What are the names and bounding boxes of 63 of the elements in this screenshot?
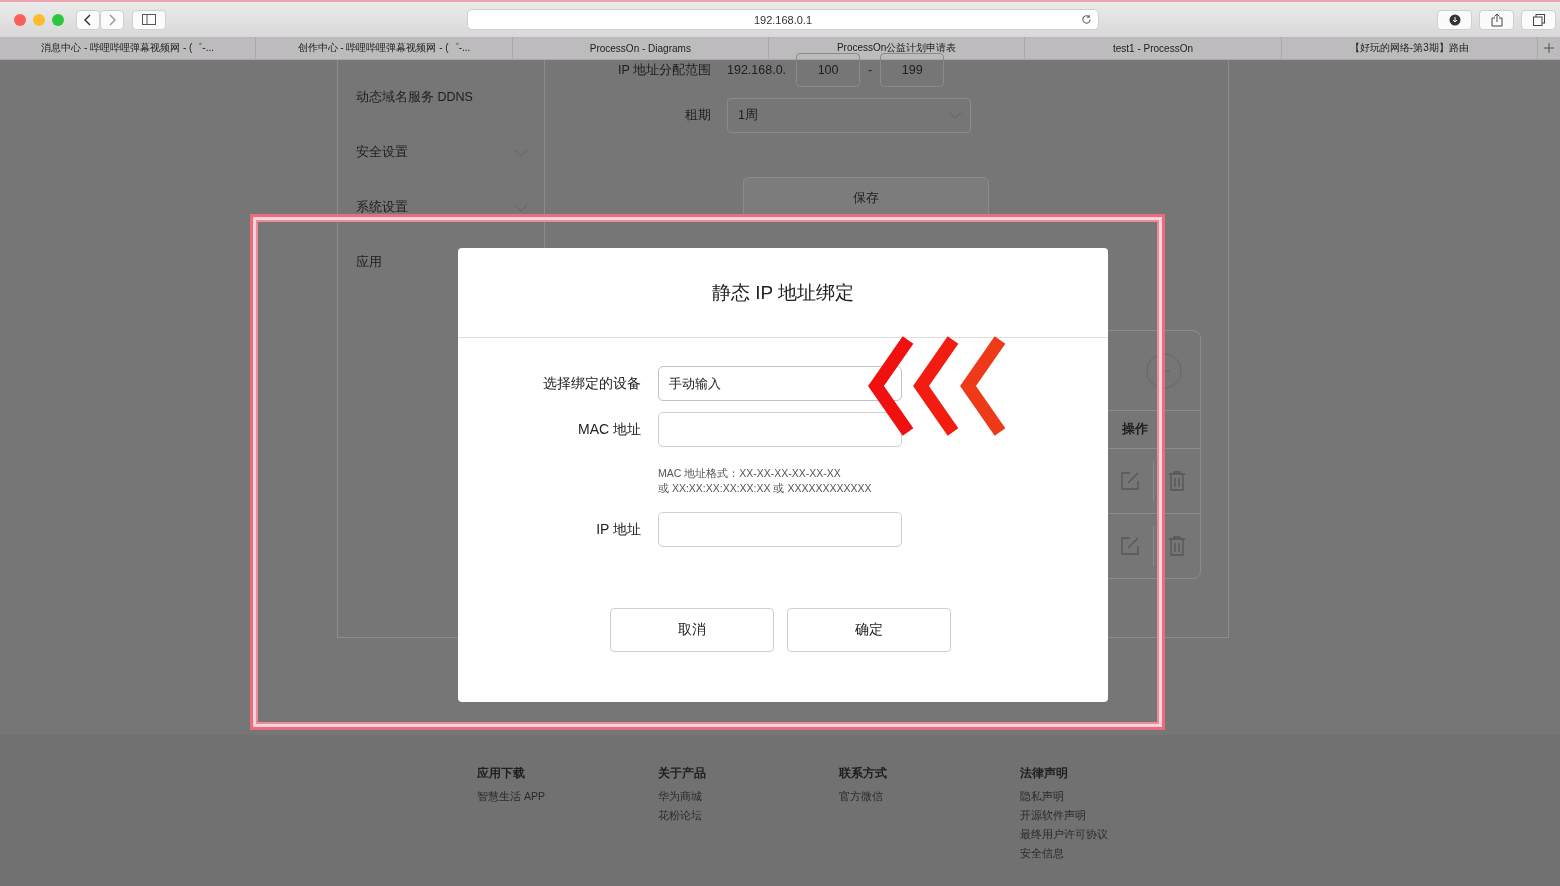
field-label: 租期	[684, 106, 711, 124]
download-button[interactable]	[1437, 9, 1472, 30]
confirm-button[interactable]: 确定	[787, 608, 951, 652]
sidebar-item[interactable]: 系统设置	[338, 180, 544, 235]
chevron-left-icon	[84, 13, 92, 26]
footer-link[interactable]: 华为商城	[658, 789, 839, 804]
reload-icon[interactable]	[1081, 14, 1092, 25]
field-label: 选择绑定的设备	[542, 374, 641, 393]
device-dropdown[interactable]: 手动输入	[658, 366, 902, 401]
browser-tab[interactable]: ProcessOn - Diagrams	[512, 37, 769, 59]
chevron-right-icon	[108, 13, 116, 26]
field-label: IP 地址	[595, 520, 641, 539]
column-header: 操作	[1122, 420, 1149, 439]
tabs-overview-button[interactable]	[1521, 9, 1556, 30]
remove-circle-icon[interactable]	[1146, 352, 1182, 389]
footer-heading: 应用下载	[477, 765, 526, 782]
download-icon	[1448, 13, 1461, 26]
browser-tab[interactable]: ProcessOn公益计划申请表	[769, 37, 1026, 59]
input-field[interactable]	[658, 512, 902, 547]
footer-heading: 法律声明	[1020, 765, 1069, 782]
sidebar-item[interactable]: 安全设置	[338, 125, 544, 180]
back-button[interactable]	[76, 9, 100, 30]
format-hint: 或 XX:XX:XX:XX:XX:XX 或 XXXXXXXXXXXX	[658, 481, 873, 496]
input-field[interactable]	[658, 412, 902, 447]
sidebar-icon	[142, 14, 156, 25]
edit-icon[interactable]	[1121, 471, 1139, 490]
footer-link[interactable]: 花粉论坛	[658, 808, 839, 823]
lease-dropdown[interactable]: 1周	[727, 97, 971, 133]
range-separator: -	[868, 63, 873, 77]
footer-link[interactable]: 官方微信	[839, 789, 1020, 804]
footer-link[interactable]: 安全信息	[1020, 846, 1201, 861]
footer-link[interactable]: 隐私声明	[1020, 789, 1201, 804]
sidebar-item[interactable]: 动态域名服务 DDNS	[338, 70, 544, 125]
footer-heading: 联系方式	[839, 765, 888, 782]
footer-heading: 关于产品	[658, 765, 707, 782]
dialog-title: 静态 IP 地址绑定	[711, 280, 855, 305]
minimize-window-button[interactable]	[33, 13, 45, 26]
browser-tab[interactable]: test1 - ProcessOn	[1025, 37, 1282, 59]
trash-icon[interactable]	[1168, 535, 1186, 556]
footer-link[interactable]: 智慧生活 APP	[477, 789, 658, 804]
browser-tab[interactable]: 消息中心 - 哔哩哔哩弹幕视频网 - (゜-...	[0, 37, 257, 59]
close-window-button[interactable]	[14, 13, 26, 26]
share-icon	[1490, 12, 1503, 27]
field-label: IP 地址分配范围	[616, 61, 711, 79]
zoom-window-button[interactable]	[52, 13, 64, 26]
ip-prefix: 192.168.0.	[727, 63, 787, 77]
browser-tab[interactable]: 创作中心 - 哔哩哔哩弹幕视频网 - (゜-...	[256, 37, 513, 59]
edit-icon[interactable]	[1121, 536, 1139, 555]
new-tab-icon[interactable]	[1543, 43, 1554, 53]
sidebar-toggle-button[interactable]	[132, 9, 166, 30]
range-start-field[interactable]: 100	[796, 53, 861, 87]
field-label: MAC 地址	[577, 420, 641, 439]
browser-tab[interactable]: 【好玩的网络-第3期】路由	[1281, 37, 1538, 59]
footer-link[interactable]: 开源软件声明	[1020, 808, 1201, 823]
format-hint: MAC 地址格式：XX-XX-XX-XX-XX-XX	[658, 466, 842, 481]
address-bar[interactable]: 192.168.0.1	[467, 9, 1099, 30]
cancel-button[interactable]: 取消	[610, 608, 774, 652]
share-button[interactable]	[1479, 9, 1514, 30]
footer-link[interactable]: 最终用户许可协议	[1020, 827, 1201, 842]
trash-icon[interactable]	[1168, 470, 1186, 491]
forward-button[interactable]	[100, 9, 124, 30]
range-end-field[interactable]: 199	[880, 53, 945, 87]
tabs-icon	[1532, 13, 1545, 26]
